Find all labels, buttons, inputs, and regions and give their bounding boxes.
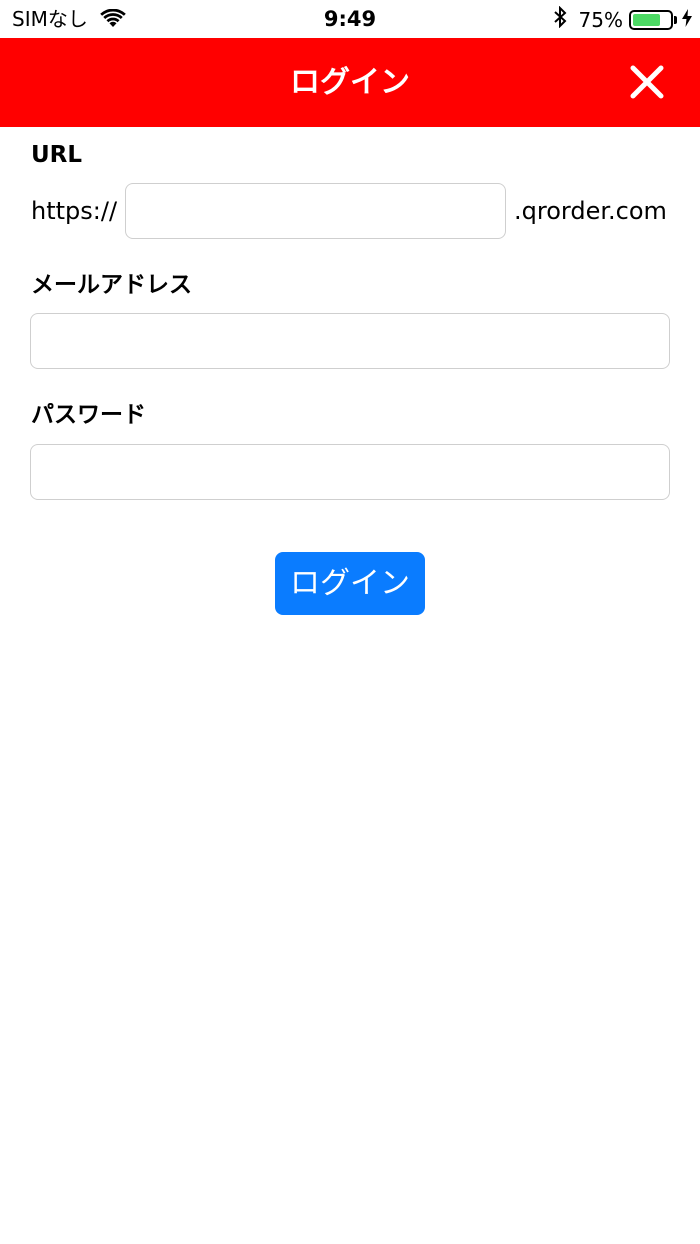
status-bar: SIMなし 9:49 75% [0,0,700,38]
email-input[interactable] [30,313,670,369]
url-suffix: .qrorder.com [514,197,667,225]
bluetooth-icon [553,5,579,34]
url-prefix: https:// [31,197,118,225]
battery-percent: 75% [578,8,623,32]
password-input[interactable] [30,444,670,500]
page-title: ログイン [290,65,410,100]
login-button[interactable]: ログイン [275,552,425,615]
subdomain-input[interactable] [125,183,506,239]
header-bar: ログイン [0,38,700,127]
status-right: 75% [553,5,692,34]
url-label: URL [31,142,83,168]
battery-level-fill [633,14,660,26]
password-label: パスワード [31,402,146,428]
close-icon [630,65,664,99]
email-label: メールアドレス [31,272,192,298]
battery-icon [629,10,673,30]
close-button[interactable] [630,65,664,99]
charging-bolt-icon [677,7,692,33]
